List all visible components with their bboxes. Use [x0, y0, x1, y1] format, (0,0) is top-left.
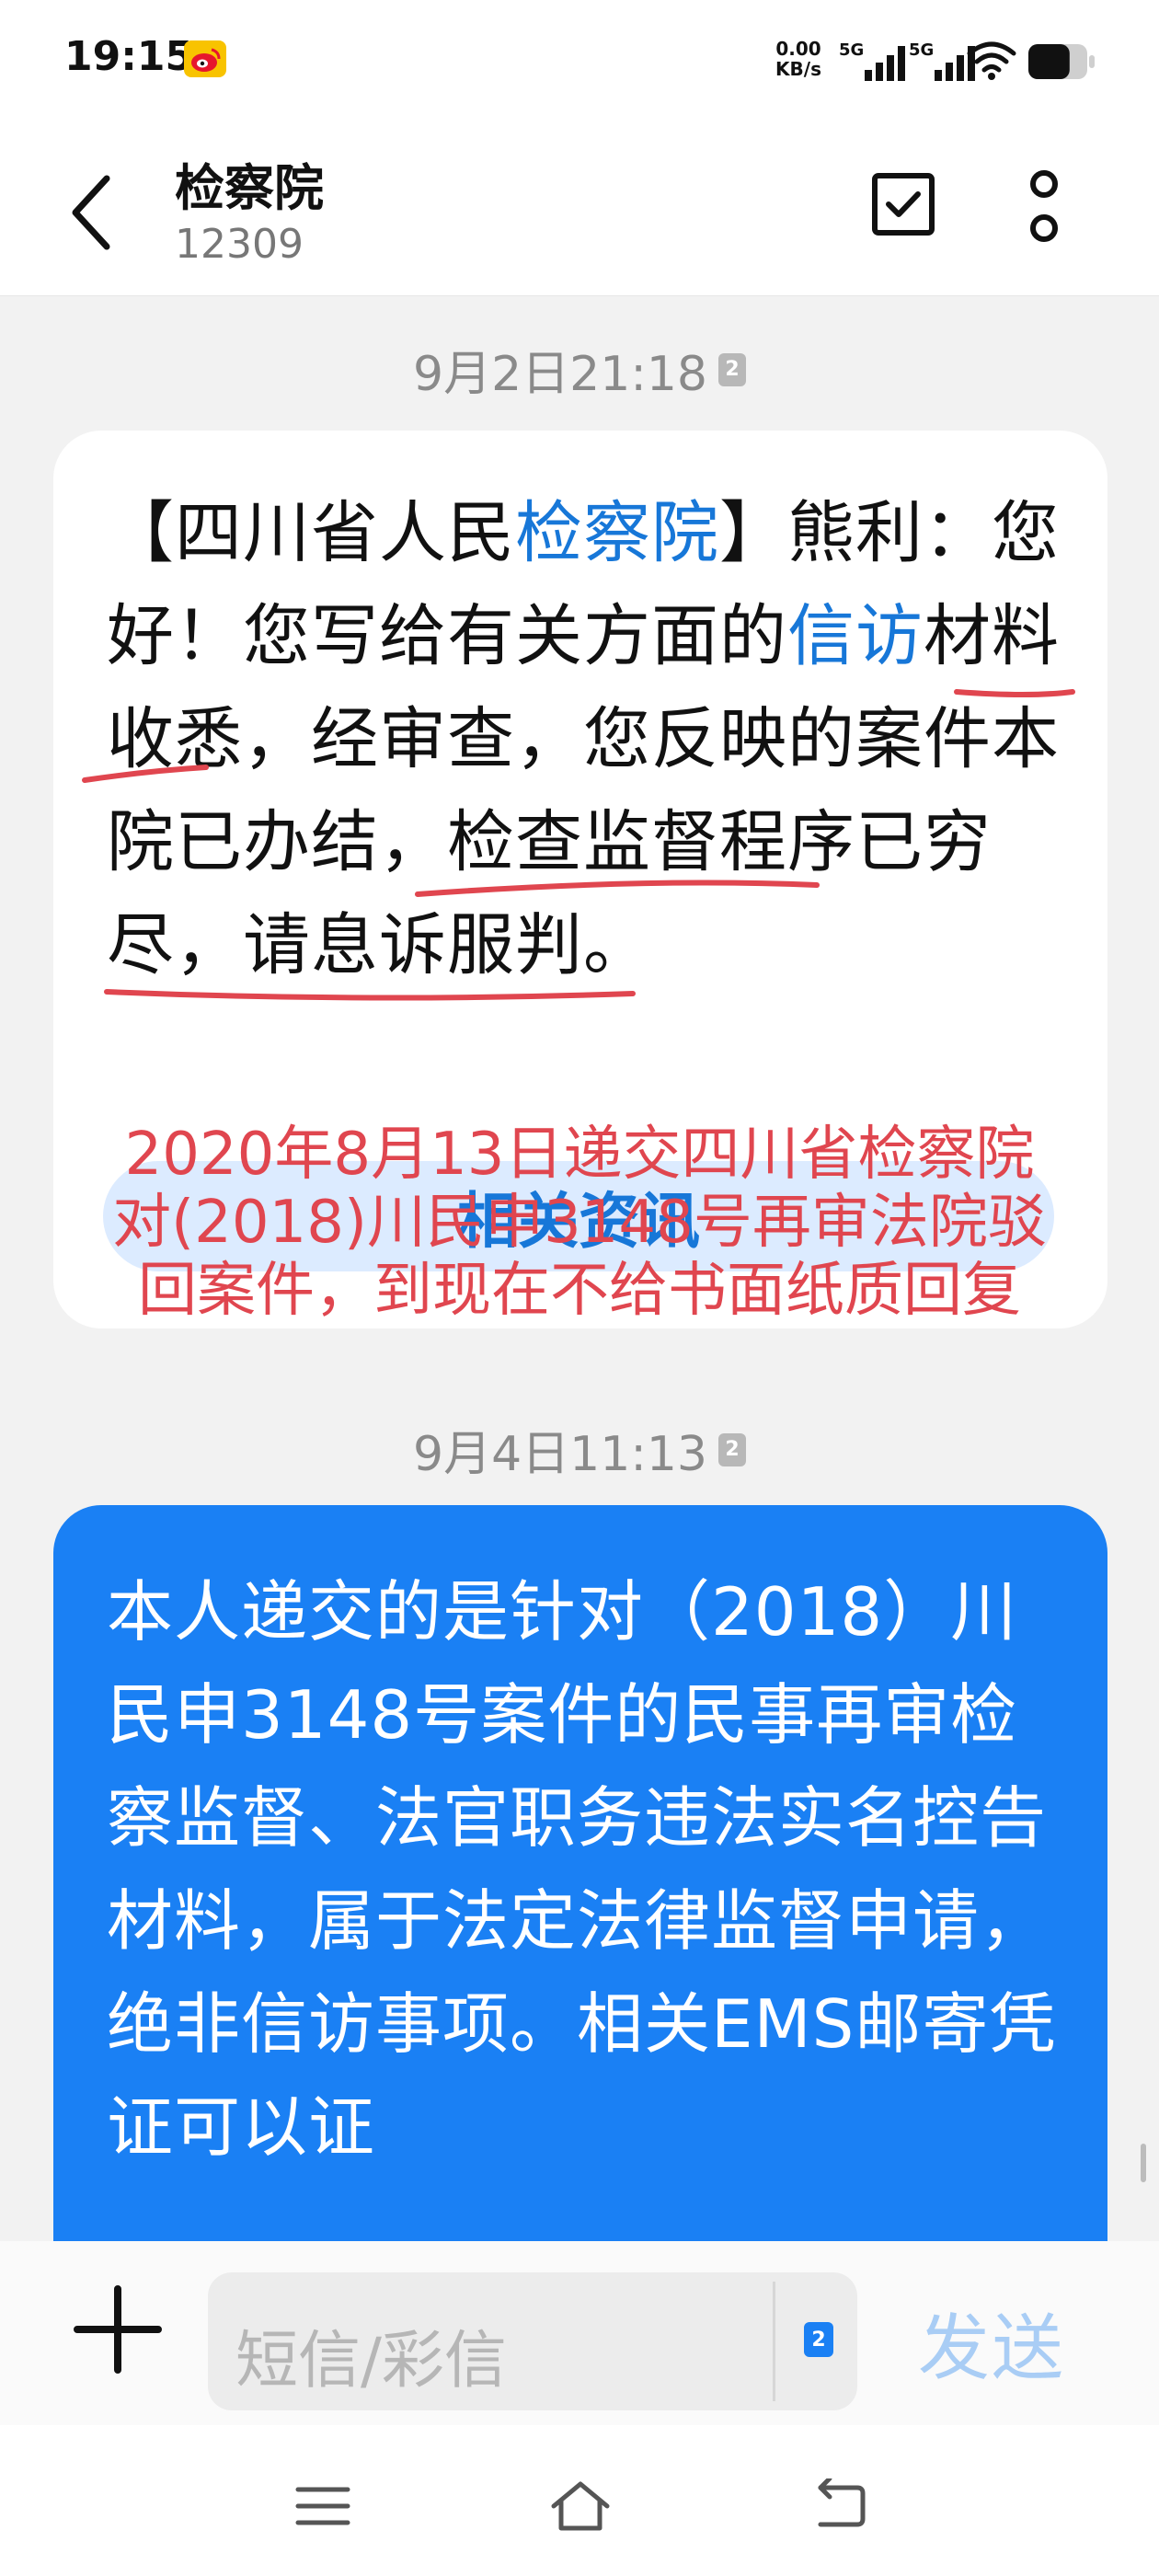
send-button[interactable]: 发送	[918, 2291, 1065, 2394]
message-timestamp: 9月2日21:18 2	[0, 335, 1159, 404]
sim-badge: 2	[718, 1432, 747, 1466]
message-input[interactable]: 短信/彩信 2	[208, 2272, 857, 2410]
incoming-message-text: 【四川省人民检察院】熊利：您好！您写给有关方面的信访材料收悉，经审查，您反映的案…	[107, 494, 1060, 984]
sms-conversation-screen: 19:15 0.00 KB/s 5G 5G 检察院 12309 9月2日21:1…	[0, 0, 1159, 2576]
sim-badge: 2	[718, 352, 747, 386]
battery-icon	[1028, 44, 1095, 79]
input-divider	[773, 2282, 775, 2401]
wifi-icon	[967, 41, 1016, 80]
select-icon[interactable]	[870, 171, 936, 237]
svg-text:5G: 5G	[839, 40, 864, 60]
weibo-icon	[184, 40, 226, 77]
signal-icon: 5G	[839, 40, 905, 81]
network-speed: 0.00 KB/s	[775, 38, 821, 80]
status-bar: 19:15 0.00 KB/s 5G 5G	[0, 0, 1159, 129]
conversation-header: 检察院 12309	[0, 129, 1159, 296]
contact-number: 12309	[175, 221, 304, 268]
navigation-bar	[0, 2425, 1159, 2576]
add-icon[interactable]	[74, 2285, 162, 2374]
more-icon[interactable]	[1021, 166, 1067, 248]
menu-icon[interactable]	[291, 2478, 355, 2534]
back-icon[interactable]	[64, 173, 120, 252]
back-nav-icon[interactable]	[808, 2478, 872, 2534]
message-composer: 短信/彩信 2 发送	[0, 2241, 1159, 2425]
sim-selector[interactable]: 2	[804, 2322, 833, 2357]
status-time: 19:15	[64, 33, 194, 80]
input-placeholder: 短信/彩信	[235, 2325, 507, 2398]
annotation-text: 2020年8月13日递交四川省检察院对(2018)川民申3148号再审法院驳回案…	[112, 1121, 1047, 1325]
outgoing-message-text: 本人递交的是针对（2018）川民申3148号案件的民事再审检察监督、法官职务违法…	[107, 1573, 1057, 2166]
home-icon[interactable]	[548, 2478, 613, 2534]
scrollbar[interactable]	[1141, 2144, 1146, 2182]
contact-name: 检察院	[175, 159, 324, 217]
svg-text:5G: 5G	[909, 40, 934, 60]
message-timestamp: 9月4日11:13 2	[0, 1415, 1159, 1484]
outgoing-message-bubble[interactable]: 本人递交的是针对（2018）川民申3148号案件的民事再审检察监督、法官职务违法…	[53, 1505, 1107, 2241]
